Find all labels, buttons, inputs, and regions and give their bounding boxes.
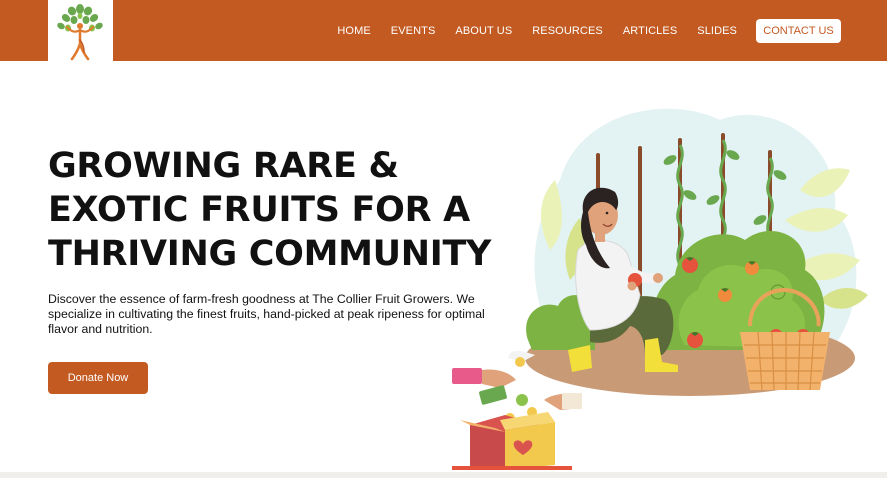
nav-home[interactable]: HOME xyxy=(337,25,370,37)
nav-articles[interactable]: ARTICLES xyxy=(623,25,677,37)
nav-events[interactable]: EVENTS xyxy=(391,25,436,37)
nav-slides[interactable]: SLIDES xyxy=(697,25,737,37)
hero-title-line-1: GROWING RARE & xyxy=(48,146,399,186)
hero-title-line-3: THRIVING COMMUNITY xyxy=(48,234,492,274)
nav-resources[interactable]: RESOURCES xyxy=(532,25,603,37)
site-logo[interactable] xyxy=(48,0,113,61)
next-section-strip xyxy=(0,472,887,478)
contact-us-button[interactable]: CONTACT US xyxy=(756,19,841,43)
illustration-svg xyxy=(452,108,868,470)
hero-title: GROWING RARE & EXOTIC FRUITS FOR A THRIV… xyxy=(48,144,508,276)
main-nav: HOME EVENTS ABOUT US RESOURCES ARTICLES … xyxy=(317,0,737,61)
donate-now-button[interactable]: Donate Now xyxy=(48,362,148,394)
tree-logo-icon xyxy=(57,4,103,61)
navbar: HOME EVENTS ABOUT US RESOURCES ARTICLES … xyxy=(0,0,887,61)
farmer-harvest-illustration xyxy=(440,100,887,478)
nav-about-us[interactable]: ABOUT US xyxy=(455,25,512,37)
hero-description: Discover the essence of farm-fresh goodn… xyxy=(48,292,485,336)
hero-title-line-2: EXOTIC FRUITS FOR A xyxy=(48,190,470,230)
